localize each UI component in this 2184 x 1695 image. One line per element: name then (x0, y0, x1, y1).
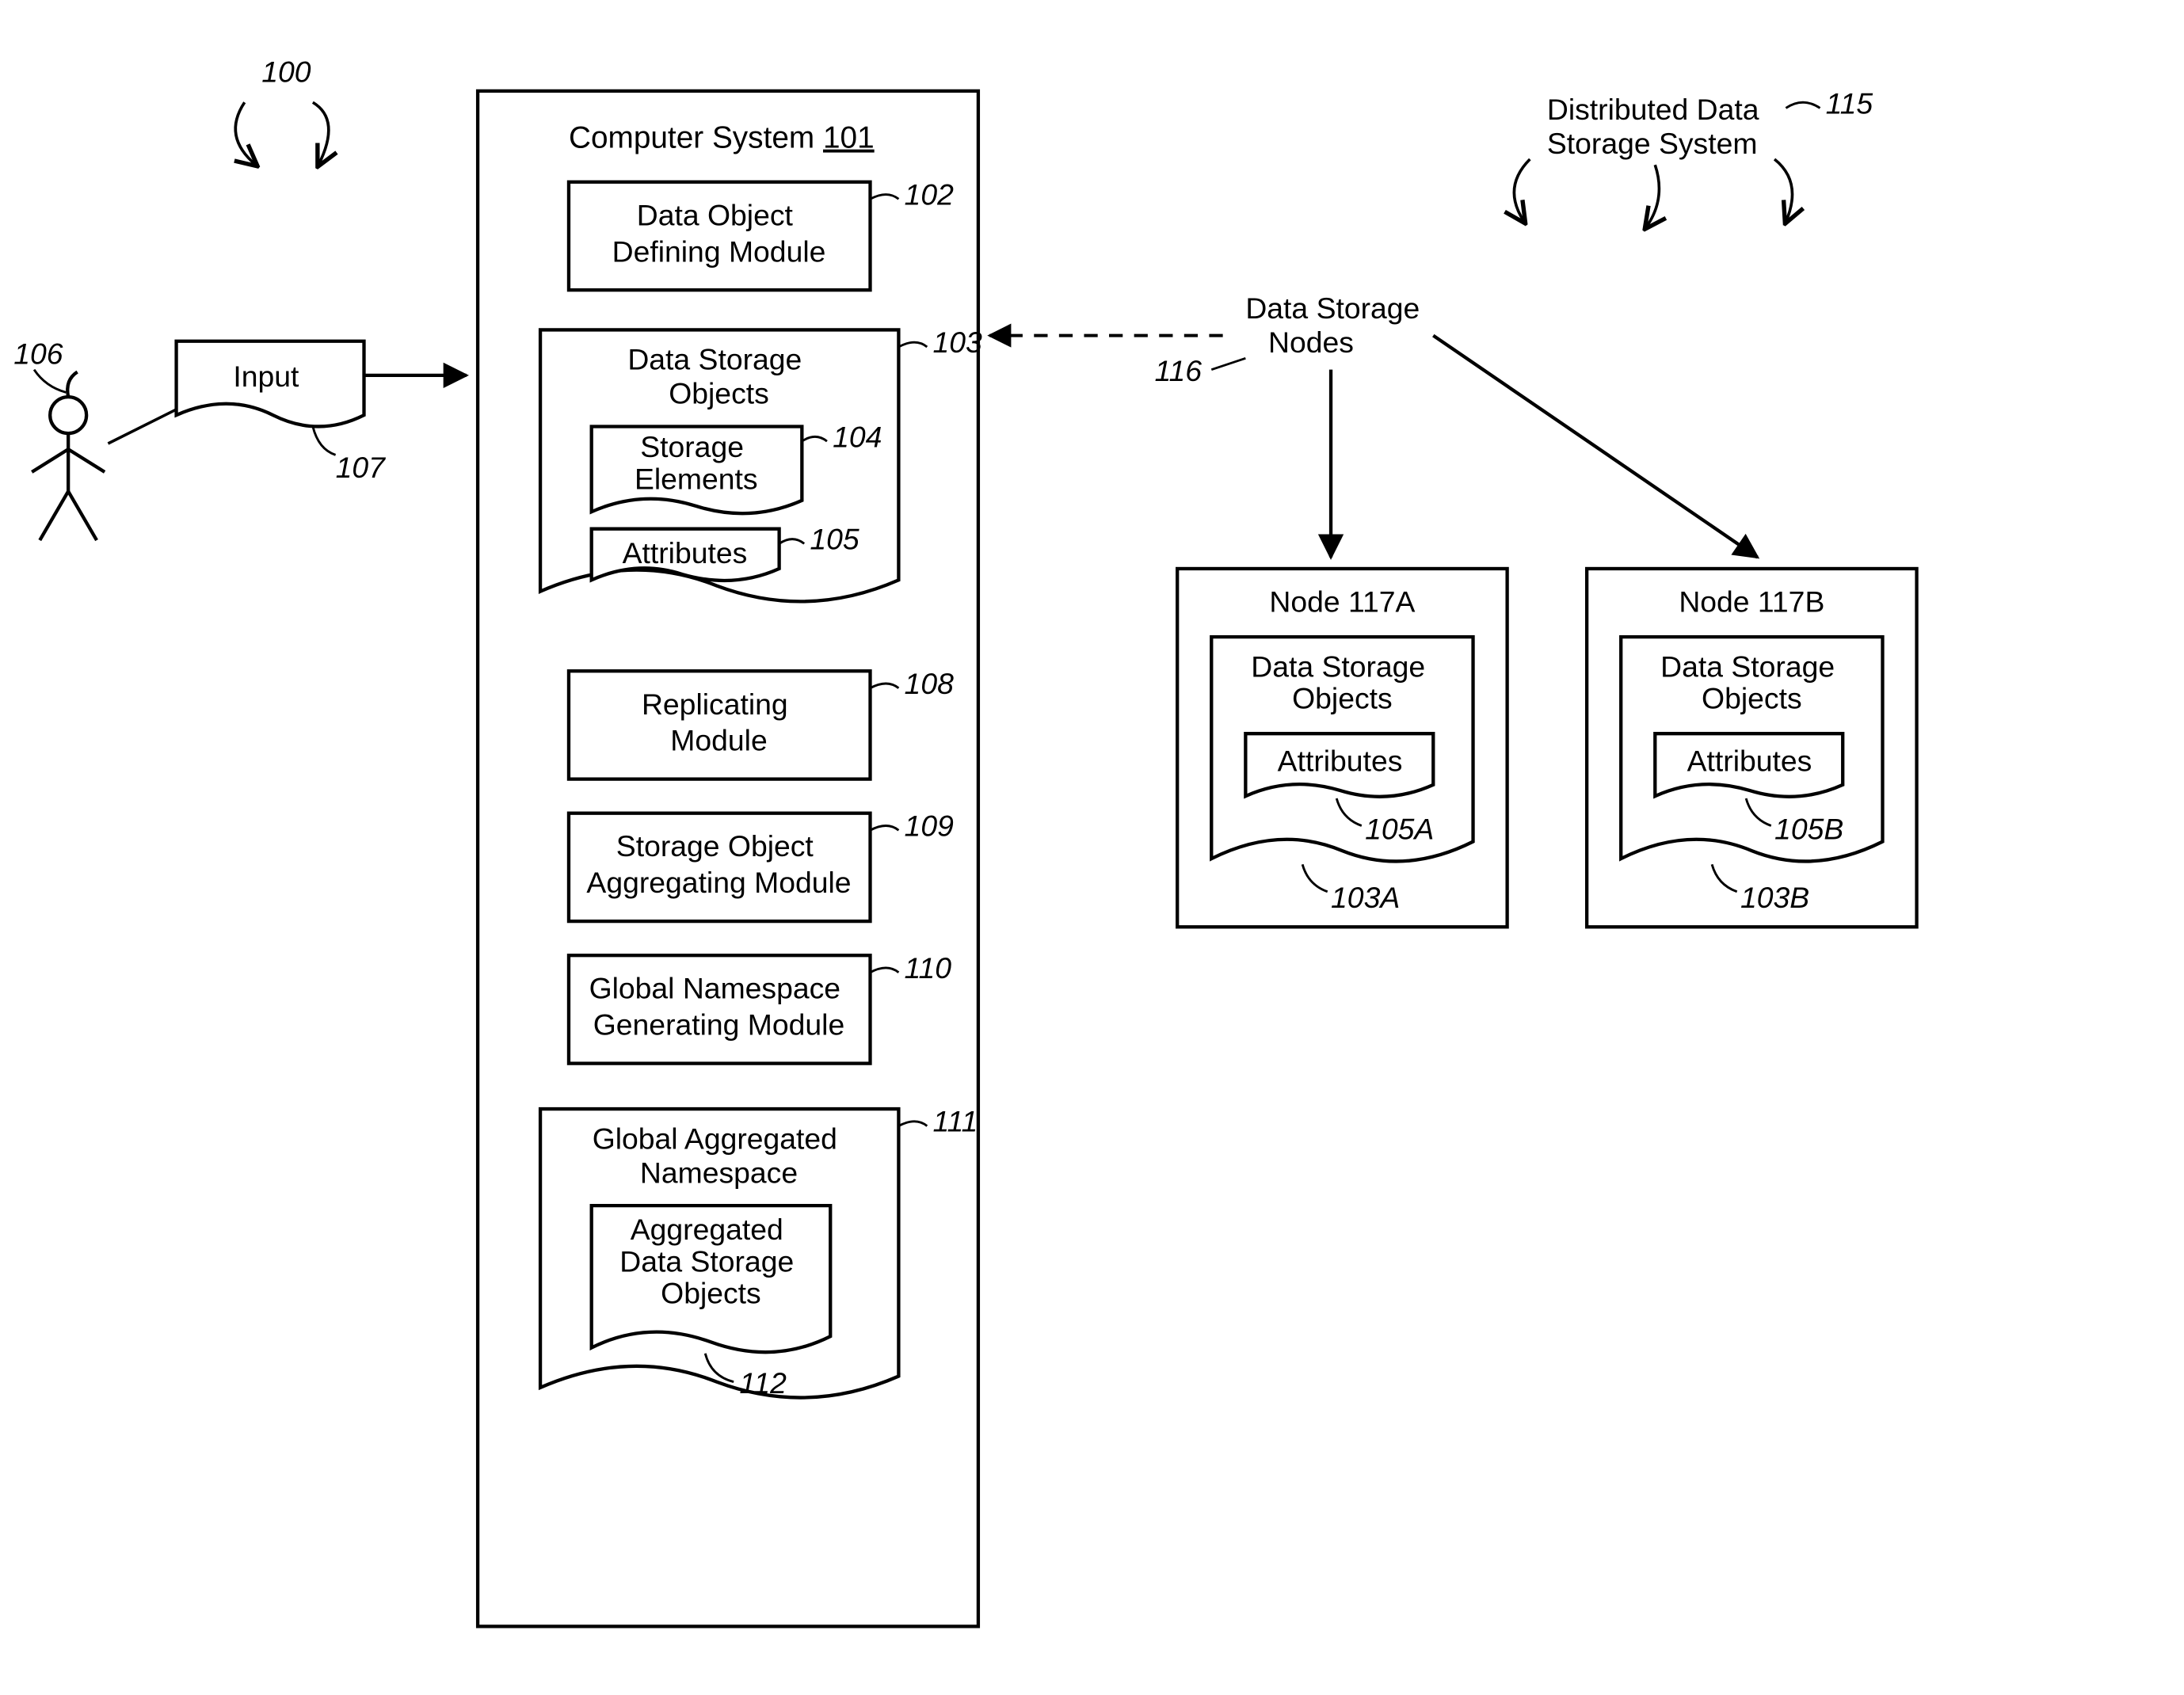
computer-system-title: Computer System 101 (569, 121, 875, 155)
ref-100: 100 (261, 55, 311, 88)
input-document: Input (177, 341, 364, 427)
data-storage-objects: Data Storage Objects Storage Elements 10… (540, 329, 898, 601)
diagram-canvas: 100 106 Input 107 Computer System 101 Da… (0, 0, 2184, 1695)
node-117b: Node 117B Data Storage Objects Attribute… (1587, 569, 1916, 927)
ref-104: 104 (833, 420, 882, 453)
svg-text:Attributes: Attributes (623, 536, 748, 569)
user-icon (32, 372, 105, 541)
ref-111: 111 (932, 1105, 978, 1138)
input-label: Input (233, 360, 299, 393)
svg-text:Node 117B: Node 117B (1679, 585, 1824, 619)
ref-107: 107 (336, 451, 387, 484)
ref-110: 110 (905, 951, 952, 985)
svg-text:Attributes: Attributes (1278, 745, 1403, 778)
ref-103b: 103B (1740, 881, 1809, 914)
ref-105a: 105A (1365, 813, 1434, 846)
svg-text:Node 117A: Node 117A (1269, 585, 1415, 619)
ref-103a: 103A (1331, 881, 1400, 914)
ref-105b: 105B (1774, 813, 1843, 846)
ref-108: 108 (905, 667, 955, 700)
svg-text:Distributed Data Storage: Distributed Data Storage System (1547, 93, 1767, 160)
ref-116: 116 (1154, 354, 1202, 387)
ref-106: 106 (13, 337, 63, 371)
ref-102: 102 (905, 177, 955, 211)
data-storage-nodes-label: Data Storage Nodes (1245, 291, 1427, 359)
global-aggregated-namespace: Global Aggregated Namespace Aggregated D… (540, 1109, 898, 1400)
node-117a: Node 117A Data Storage Objects Attribute… (1177, 569, 1507, 927)
ref-112: 112 (739, 1366, 787, 1400)
ref-109: 109 (905, 809, 954, 842)
distributed-data-storage-system: Distributed Data Storage System 115 (1514, 87, 1873, 228)
swirl-100: 100 (235, 55, 329, 165)
svg-text:Storage Elements: Storage Elements (635, 430, 758, 495)
svg-text:Attributes: Attributes (1687, 745, 1812, 778)
ref-115: 115 (1826, 87, 1873, 120)
ref-105: 105 (810, 523, 859, 556)
ref-103: 103 (932, 326, 982, 359)
arrow-to-node-b (1433, 336, 1757, 558)
